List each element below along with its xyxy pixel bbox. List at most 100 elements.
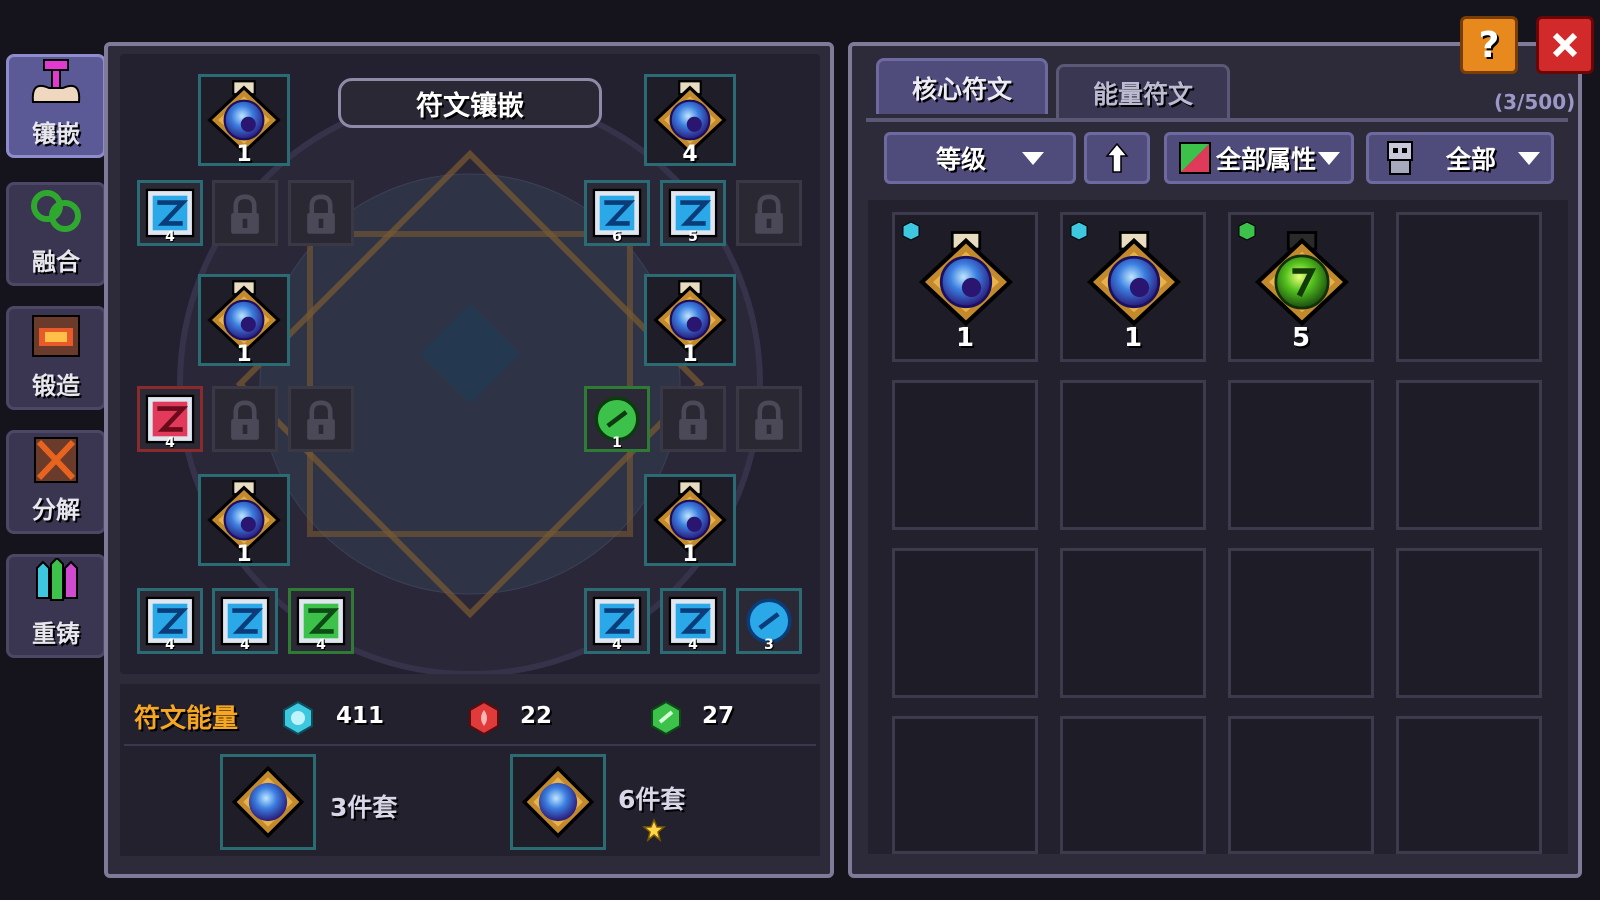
- inventory-cell[interactable]: [1228, 716, 1374, 854]
- green-energy-icon: [651, 700, 681, 736]
- inventory-cell[interactable]: [1060, 548, 1206, 698]
- slot-level: 4: [612, 637, 622, 653]
- set-bonus-6-slot[interactable]: [510, 754, 606, 850]
- locked-slot[interactable]: [288, 386, 354, 452]
- energy-slot[interactable]: 6: [584, 180, 650, 246]
- inventory-cell[interactable]: [892, 548, 1038, 698]
- close-button[interactable]: [1536, 16, 1594, 74]
- blue-energy-value: 411: [336, 703, 385, 729]
- red-energy-value: 22: [520, 703, 553, 729]
- tab-energy-runes[interactable]: 能量符文: [1056, 64, 1230, 118]
- set-gem-icon: [521, 765, 595, 839]
- inventory-cell[interactable]: [1396, 212, 1542, 362]
- nav-fusion-label: 融合: [32, 248, 80, 276]
- rune-level: 1: [1123, 323, 1143, 353]
- inventory-cell[interactable]: [1396, 716, 1542, 854]
- core-slot[interactable]: 1: [198, 474, 290, 567]
- slot-level: 4: [240, 637, 250, 653]
- help-button[interactable]: ?: [1460, 16, 1518, 74]
- nav-recast-button[interactable]: 重铸: [6, 554, 106, 658]
- nav-fusion-button[interactable]: 融合: [6, 182, 106, 286]
- chevron-down-icon: [1022, 151, 1044, 165]
- slot-level: 3: [764, 637, 774, 653]
- core-level: 1: [236, 142, 252, 167]
- energy-slot[interactable]: 4: [660, 588, 726, 654]
- question-mark-icon: ?: [1478, 24, 1500, 66]
- locked-slot[interactable]: [736, 180, 802, 246]
- rune-level: 5: [1291, 323, 1311, 353]
- core-slot[interactable]: 1: [198, 74, 290, 167]
- inventory-cell[interactable]: [892, 716, 1038, 854]
- slot-level: 4: [316, 637, 326, 653]
- type-filter-label: 全部: [1445, 145, 1496, 174]
- tab-core-runes[interactable]: 核心符文: [876, 58, 1048, 114]
- locked-slot[interactable]: [736, 386, 802, 452]
- nav-inlay-label: 镶嵌: [32, 120, 80, 148]
- energy-slot[interactable]: 4: [137, 180, 203, 246]
- rune-count: (3/500): [1494, 90, 1576, 114]
- sort-order-button[interactable]: [1084, 132, 1150, 184]
- inventory-cell[interactable]: [1060, 380, 1206, 530]
- slot-level: 1: [612, 435, 622, 451]
- energy-slot[interactable]: 4: [137, 386, 203, 452]
- sort-label: 等级: [935, 145, 986, 174]
- energy-slot[interactable]: 4: [212, 588, 278, 654]
- core-level: 1: [682, 342, 698, 367]
- core-slot[interactable]: 1: [644, 274, 736, 367]
- energy-slot[interactable]: 4: [137, 588, 203, 654]
- close-icon: [1552, 32, 1578, 58]
- nav-decompose-button[interactable]: 分解: [6, 430, 106, 534]
- nav-forge-label: 锻造: [32, 372, 80, 400]
- inventory-cell[interactable]: [1396, 548, 1542, 698]
- locked-slot[interactable]: [660, 386, 726, 452]
- lock-icon: [291, 389, 351, 449]
- energy-slot[interactable]: 4: [288, 588, 354, 654]
- energy-slot[interactable]: 3: [736, 588, 802, 654]
- character-icon: [1386, 141, 1413, 175]
- side-nav: 镶嵌 融合 锻造 分解 重铸: [6, 48, 110, 678]
- type-filter-dropdown[interactable]: 全部: [1366, 132, 1554, 184]
- nav-forge-button[interactable]: 锻造: [6, 306, 106, 410]
- nav-inlay-button[interactable]: 镶嵌: [6, 54, 106, 158]
- nav-decompose-label: 分解: [32, 496, 80, 524]
- chevron-down-icon: [1518, 151, 1540, 165]
- inventory-cell[interactable]: 1: [1060, 212, 1206, 362]
- inventory-cell[interactable]: [892, 380, 1038, 530]
- core-slot[interactable]: 4: [644, 74, 736, 167]
- inventory-cell[interactable]: 5: [1228, 212, 1374, 362]
- inventory-cell[interactable]: [1060, 716, 1206, 854]
- core-slot[interactable]: 1: [644, 474, 736, 567]
- slot-level: 5: [688, 229, 698, 245]
- core-level: 1: [236, 342, 252, 367]
- set-bonus-3-slot[interactable]: [220, 754, 316, 850]
- energy-slot[interactable]: 1: [584, 386, 650, 452]
- inventory-cell[interactable]: [1396, 380, 1542, 530]
- star-icon: [642, 818, 666, 842]
- red-energy-icon: [469, 700, 499, 736]
- locked-slot[interactable]: [288, 180, 354, 246]
- lock-icon: [215, 389, 275, 449]
- energy-slot[interactable]: 5: [660, 180, 726, 246]
- inlay-title: 符文镶嵌: [338, 78, 602, 128]
- core-slot[interactable]: 1: [198, 274, 290, 367]
- attribute-filter-dropdown[interactable]: 全部属性: [1164, 132, 1354, 184]
- attribute-filter-label: 全部属性: [1215, 145, 1316, 174]
- inventory-cell[interactable]: 1: [892, 212, 1038, 362]
- lock-icon: [215, 183, 275, 243]
- inventory-cell[interactable]: [1228, 548, 1374, 698]
- all-attributes-icon: [1178, 142, 1211, 174]
- core-level: 4: [682, 142, 698, 167]
- slot-level: 4: [688, 637, 698, 653]
- slot-level: 4: [165, 637, 175, 653]
- tab-underline: [866, 118, 1568, 122]
- energy-slot[interactable]: 4: [584, 588, 650, 654]
- core-level: 1: [682, 542, 698, 567]
- blue-energy-icon: [283, 700, 313, 736]
- inventory-cell[interactable]: [1228, 380, 1374, 530]
- inlay-icon: [31, 59, 81, 103]
- core-level: 1: [236, 542, 252, 567]
- locked-slot[interactable]: [212, 386, 278, 452]
- locked-slot[interactable]: [212, 180, 278, 246]
- rune-level: 1: [955, 323, 975, 353]
- sort-dropdown[interactable]: 等级: [884, 132, 1076, 184]
